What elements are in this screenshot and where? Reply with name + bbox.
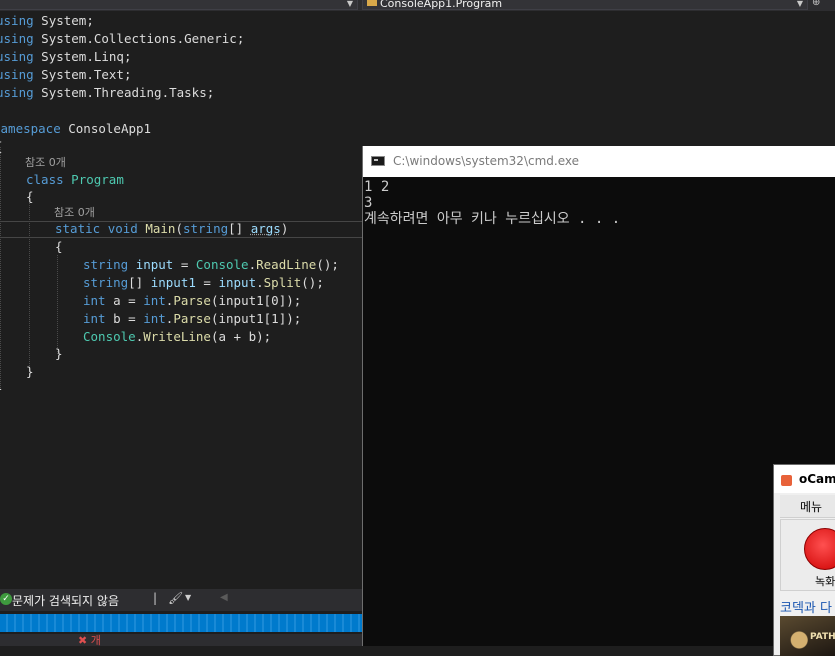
build-progress-area	[0, 611, 362, 634]
chevron-down-icon[interactable]: ▼	[185, 593, 191, 602]
ocam-menu-button[interactable]: 메뉴	[780, 495, 835, 518]
ocam-title: oCam	[799, 472, 835, 486]
scroll-left-icon[interactable]: ◀	[220, 592, 228, 603]
code-cleanup-icon[interactable]: 🖌	[168, 591, 183, 605]
console-output: 1 2 3 계속하려면 아무 키나 누르십시오 . . .	[364, 179, 621, 227]
ocam-logo-icon	[781, 475, 792, 486]
code-line: using System.Text;	[0, 67, 132, 82]
indent-guide	[0, 147, 1, 390]
navigation-bar: ▼ ConsoleApp1.Program ▼ ⊕	[0, 0, 835, 11]
ad-text: PATH	[810, 632, 835, 642]
code-line: static void Main(string[] args)	[55, 221, 289, 236]
chevron-down-icon: ▼	[346, 0, 353, 8]
code-line: {	[55, 239, 63, 254]
code-line: int a = int.Parse(input1[0]);	[83, 293, 302, 308]
code-line: Console.WriteLine(a + b);	[83, 329, 272, 344]
code-line: {	[0, 138, 3, 156]
ocam-window[interactable]: oCam 메뉴 녹화 코덱과 다 PATH	[773, 464, 835, 656]
ocam-toolbar: 녹화	[780, 519, 835, 591]
code-line: using System.Linq;	[0, 49, 132, 64]
code-lens-references[interactable]: 참조 0개	[25, 154, 66, 172]
code-line: {	[26, 189, 34, 204]
code-line: using System;	[0, 13, 94, 28]
type-dropdown[interactable]: ConsoleApp1.Program ▼	[362, 0, 808, 10]
cmd-window[interactable]: C:\windows\system32\cmd.exe 1 2 3 계속하려면 …	[362, 146, 835, 646]
advertisement-banner[interactable]: PATH	[780, 616, 835, 656]
code-line: string[] input1 = input.Split();	[83, 275, 324, 290]
project-dropdown[interactable]: ▼	[0, 0, 358, 10]
console-icon	[371, 156, 385, 166]
code-line: }	[55, 346, 63, 361]
ocam-menu-label: 메뉴	[800, 500, 823, 514]
code-line: string input = Console.ReadLine();	[83, 257, 339, 272]
check-circle-icon: ✓	[0, 593, 12, 605]
type-dropdown-label: ConsoleApp1.Program	[380, 0, 503, 10]
code-line: using System.Collections.Generic;	[0, 31, 245, 46]
code-editor[interactable]: using System; using System.Collections.G…	[0, 11, 362, 589]
codec-link[interactable]: 코덱과 다	[780, 597, 832, 616]
error-icon[interactable]: ✖ 개	[78, 634, 101, 646]
cmd-title-bar[interactable]: C:\windows\system32\cmd.exe	[363, 146, 835, 177]
record-label: 녹화	[815, 575, 835, 588]
code-line: }	[0, 380, 3, 398]
record-button[interactable]	[804, 528, 835, 570]
code-line: int b = int.Parse(input1[1]);	[83, 311, 302, 326]
chevron-down-icon: ▼	[796, 0, 803, 8]
ocam-title-bar[interactable]: oCam	[774, 465, 835, 493]
code-line: using System.Threading.Tasks;	[0, 85, 215, 100]
class-icon	[367, 0, 377, 6]
code-line: class Program	[26, 172, 124, 187]
cmd-title: C:\windows\system32\cmd.exe	[393, 154, 579, 168]
member-icon[interactable]: ⊕	[812, 0, 820, 8]
code-line: }	[26, 364, 34, 379]
code-line: namespace ConsoleApp1	[0, 121, 152, 136]
separator: |	[153, 591, 158, 605]
no-issues-message[interactable]: 문제가 검색되지 않음	[12, 592, 119, 609]
error-list-toolbar: ✖ 개	[0, 634, 362, 646]
editor-status-bar: ✓ 문제가 검색되지 않음 | 🖌 ▼ ◀	[0, 589, 362, 611]
indent-guide	[57, 255, 58, 354]
progress-bar	[0, 614, 362, 632]
